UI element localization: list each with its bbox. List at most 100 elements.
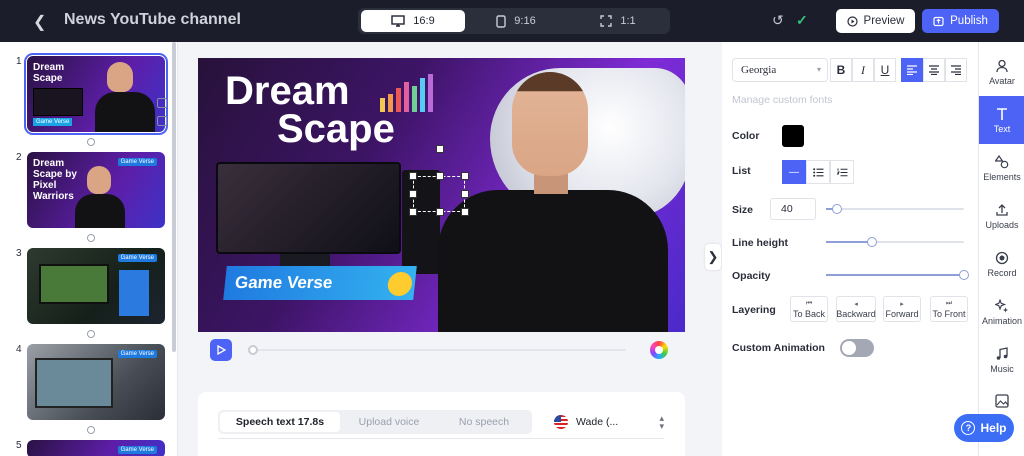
backward-button[interactable]: ◂ Backward [836, 296, 876, 322]
slides-panel: 1 Dream Scape Game Verse 2 Dream Scape b… [0, 42, 178, 456]
tool-record[interactable]: Record [979, 240, 1024, 288]
timeline-scrubber[interactable] [248, 345, 258, 355]
tool-elements[interactable]: Elements [979, 144, 1024, 192]
slide-number: 2 [16, 152, 22, 163]
slide-thumbnail-4[interactable]: Game Verse [27, 344, 165, 420]
resize-handle[interactable] [409, 208, 417, 216]
collapse-panel-chevron-right-icon[interactable]: ❯ [705, 244, 721, 270]
slide-badge: Game Verse [117, 446, 157, 454]
image-icon [995, 394, 1009, 408]
to-back-button[interactable]: ⏮ To Back [790, 296, 828, 322]
tool-music[interactable]: Music [979, 336, 1024, 384]
align-center-button[interactable] [923, 58, 945, 82]
transition-icon[interactable] [87, 138, 95, 146]
align-left-icon [907, 65, 917, 75]
text-properties-panel: Georgia ▾ B I U Manage custom fonts Colo… [722, 42, 978, 456]
color-wheel-icon[interactable] [650, 341, 668, 359]
tool-uploads[interactable]: Uploads [979, 192, 1024, 240]
to-front-button[interactable]: ⏭ To Front [930, 296, 968, 322]
help-label: Help [980, 421, 1007, 435]
align-left-button[interactable] [901, 58, 923, 82]
resize-handle[interactable] [409, 190, 417, 198]
publish-button[interactable]: Publish [922, 9, 999, 33]
ratio-16-9-button[interactable]: 16:9 [361, 10, 465, 32]
slider-thumb[interactable] [832, 204, 842, 214]
project-title[interactable]: News YouTube channel [64, 11, 241, 29]
canvas-title[interactable]: Dream Scape [225, 71, 395, 149]
font-size-slider[interactable] [826, 204, 964, 214]
tool-text[interactable]: Text [979, 96, 1024, 144]
font-size-input[interactable]: 40 [770, 198, 816, 220]
slide-thumbnail-5[interactable]: Game Verse [27, 440, 165, 456]
aspect-ratio-switcher: 16:9 9:16 1:1 [358, 8, 670, 34]
manage-custom-fonts-link[interactable]: Manage custom fonts [732, 94, 832, 106]
music-icon [996, 346, 1008, 360]
resize-handle[interactable] [436, 172, 444, 180]
back-chevron-left-icon[interactable]: ❮ [33, 12, 46, 32]
tool-images[interactable] [979, 388, 1024, 414]
slider-thumb[interactable] [867, 237, 877, 247]
slides-scrollbar[interactable] [172, 42, 176, 352]
slide-thumbnail-3[interactable]: Game Verse [27, 248, 165, 324]
forward-button[interactable]: ▸ Forward [883, 296, 921, 322]
undo-icon[interactable]: ↺ [772, 12, 784, 29]
rotate-handle[interactable] [436, 145, 444, 153]
slide-actions [157, 98, 169, 134]
avatar-presenter[interactable] [438, 72, 668, 332]
ratio-1-1-button[interactable]: 1:1 [568, 10, 668, 32]
list-numbered-button[interactable] [830, 160, 854, 184]
underline-button[interactable]: U [874, 58, 896, 82]
opacity-slider[interactable] [826, 270, 969, 280]
custom-animation-toggle[interactable] [840, 339, 874, 357]
resize-handle[interactable] [461, 208, 469, 216]
tab-speech-text[interactable]: Speech text 17.8s [220, 412, 340, 432]
preview-button[interactable]: Preview [836, 9, 915, 33]
resize-handle[interactable] [461, 172, 469, 180]
slide-badge: Game Verse [117, 158, 157, 166]
resize-handle[interactable] [436, 208, 444, 216]
monitor-stand [280, 254, 330, 266]
list-none-button[interactable]: — [782, 160, 806, 184]
slider-thumb[interactable] [959, 270, 969, 280]
ratio-label: 9:16 [514, 15, 536, 27]
tab-no-speech[interactable]: No speech [438, 412, 530, 432]
italic-button[interactable]: I [852, 58, 874, 82]
slide-thumbnail-1[interactable]: Dream Scape Game Verse [24, 53, 168, 135]
tool-animation[interactable]: Animation [979, 288, 1024, 336]
slide-thumbnail-2[interactable]: Dream Scape by Pixel Warriors Game Verse [27, 152, 165, 228]
transition-icon[interactable] [87, 330, 95, 338]
phone-icon [496, 14, 506, 28]
voice-name: Wade (... [576, 416, 619, 428]
game-verse-banner[interactable]: Game Verse [223, 266, 417, 300]
ratio-label: 16:9 [413, 15, 435, 27]
custom-animation-label: Custom Animation [732, 342, 825, 354]
transition-icon[interactable] [87, 426, 95, 434]
tab-upload-voice[interactable]: Upload voice [342, 412, 436, 432]
font-family-select[interactable]: Georgia ▾ [732, 58, 828, 82]
help-button[interactable]: ? Help [954, 414, 1014, 442]
voice-selector[interactable]: Wade (... ▴ ▾ [554, 410, 664, 434]
trash-icon[interactable] [157, 116, 167, 126]
to-front-icon: ⏭ [945, 299, 953, 307]
transition-icon[interactable] [87, 234, 95, 242]
line-height-slider[interactable] [826, 237, 964, 247]
tool-avatar[interactable]: Avatar [979, 48, 1024, 96]
tool-label: Avatar [989, 75, 1015, 86]
resize-handle[interactable] [461, 190, 469, 198]
selection-box[interactable] [409, 145, 469, 216]
text-color-swatch[interactable] [782, 125, 804, 147]
expand-icon [600, 15, 613, 27]
ratio-label: 1:1 [620, 15, 636, 27]
bold-button[interactable]: B [830, 58, 852, 82]
ratio-9-16-button[interactable]: 9:16 [466, 10, 566, 32]
video-canvas[interactable]: Dream Scape Game Verse [198, 58, 685, 332]
tool-label: Music [990, 363, 1014, 374]
list-bullet-button[interactable] [806, 160, 830, 184]
resize-handle[interactable] [409, 172, 417, 180]
duplicate-icon[interactable] [157, 98, 167, 108]
align-right-button[interactable] [945, 58, 967, 82]
timeline-track[interactable] [250, 349, 626, 351]
divider [218, 438, 664, 439]
star-eyes-emoji-icon [386, 272, 414, 296]
play-button[interactable] [210, 339, 232, 361]
